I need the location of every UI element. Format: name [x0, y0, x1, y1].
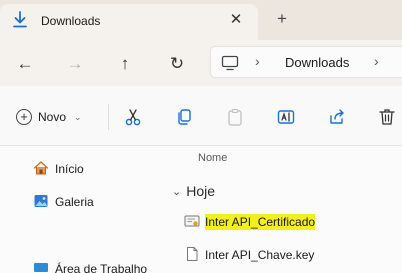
group-header-today[interactable]: ⌄ Hoje: [172, 183, 215, 199]
cut-icon[interactable]: [123, 107, 143, 127]
column-header-name[interactable]: Nome: [198, 152, 227, 164]
close-tab-button[interactable]: ✕: [226, 10, 246, 30]
file-row[interactable]: Inter API_Certificado: [184, 212, 316, 232]
tab-title: Downloads: [41, 14, 101, 28]
forward-button[interactable]: →: [64, 53, 86, 75]
download-icon: [12, 11, 28, 29]
sidebar-item-desktop[interactable]: Área de Trabalho: [33, 259, 147, 273]
new-tab-button[interactable]: +: [272, 9, 292, 29]
command-bar: + Novo ⌄: [0, 86, 402, 146]
tab-downloads[interactable]: Downloads ✕: [0, 4, 258, 40]
chevron-down-icon: ⌄: [172, 185, 182, 198]
file-icon: [184, 246, 200, 265]
up-button[interactable]: ↑: [114, 53, 136, 75]
rename-icon[interactable]: [276, 107, 296, 127]
home-icon: [33, 160, 49, 179]
file-name: Inter API_Certificado: [205, 214, 316, 230]
paste-icon[interactable]: [225, 107, 245, 127]
monitor-icon: [221, 55, 239, 71]
copy-icon[interactable]: [174, 107, 194, 127]
breadcrumb-downloads[interactable]: Downloads: [285, 55, 349, 70]
chevron-down-icon: ⌄: [74, 111, 82, 122]
navigation-bar: ← → ↑ ↻ › Downloads ›: [0, 40, 402, 86]
plus-circle-icon: +: [16, 109, 32, 125]
share-icon[interactable]: [327, 107, 347, 127]
sidebar-item-label: Área de Trabalho: [55, 262, 148, 273]
certificate-icon: [184, 213, 200, 232]
file-row[interactable]: Inter API_Chave.key: [184, 245, 314, 265]
refresh-button[interactable]: ↻: [166, 53, 188, 75]
breadcrumb-chevron-icon[interactable]: ›: [374, 53, 379, 69]
gallery-icon: [33, 193, 49, 212]
explorer-content: Início Galeria Área de Trabalho Nome ⌄ H…: [0, 146, 402, 273]
sidebar-item-inicio[interactable]: Início: [33, 159, 84, 179]
group-label: Hoje: [186, 183, 216, 199]
new-button[interactable]: + Novo ⌄: [16, 106, 82, 128]
sidebar-item-galeria[interactable]: Galeria: [33, 192, 94, 212]
back-button[interactable]: ←: [14, 53, 36, 75]
sidebar-item-label: Início: [55, 162, 84, 176]
tab-strip: Downloads ✕ +: [0, 0, 402, 40]
new-button-label: Novo: [38, 110, 67, 124]
toolbar-divider: [108, 104, 109, 130]
delete-icon[interactable]: [377, 107, 397, 127]
desktop-icon: [33, 260, 49, 273]
sidebar-item-label: Galeria: [55, 195, 94, 209]
breadcrumb-chevron-icon[interactable]: ›: [255, 53, 260, 69]
file-name: Inter API_Chave.key: [205, 248, 315, 262]
address-bar[interactable]: › Downloads ›: [210, 46, 402, 78]
